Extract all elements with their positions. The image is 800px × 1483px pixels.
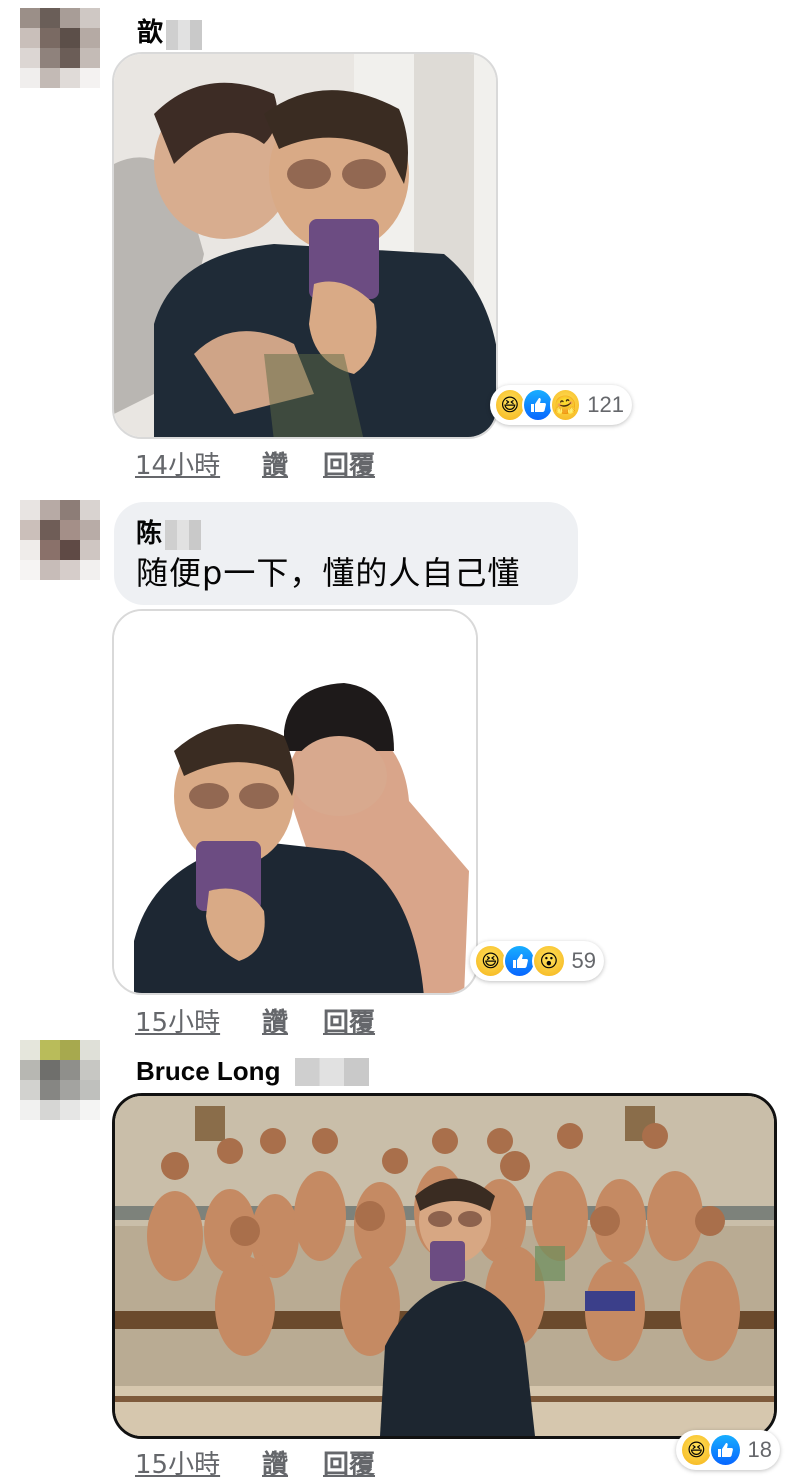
reply-link[interactable]: 回覆 <box>323 1444 375 1481</box>
avatar[interactable] <box>20 8 100 88</box>
haha-icon: 😆 <box>680 1433 713 1467</box>
comment-author[interactable]: Bruce Long <box>136 1056 280 1086</box>
reactions-summary[interactable]: 😆 🤗 121 <box>490 385 632 425</box>
like-link[interactable]: 讚 <box>262 1444 288 1481</box>
comment-text: 随便p一下，懂的人自己懂 <box>136 554 521 592</box>
reactions-summary[interactable]: 😆 😮 59 <box>470 941 604 981</box>
care-icon: 🤗 <box>549 388 582 422</box>
redacted-name <box>165 520 201 550</box>
comment-author[interactable]: 歆 <box>137 17 163 47</box>
like-icon <box>521 388 554 422</box>
comment-timestamp[interactable]: 15小時 <box>135 1002 220 1039</box>
comment-photo[interactable] <box>112 609 478 995</box>
redacted-name <box>295 1058 369 1086</box>
reply-link[interactable]: 回覆 <box>323 1002 375 1039</box>
like-link[interactable]: 讚 <box>262 1002 288 1039</box>
photo-sauna-group <box>115 1096 774 1436</box>
reaction-count: 18 <box>747 1437 772 1462</box>
reaction-count: 121 <box>587 392 625 417</box>
reply-link[interactable]: 回覆 <box>323 445 375 482</box>
like-icon <box>708 1433 742 1467</box>
redacted-name <box>166 20 202 50</box>
avatar[interactable] <box>20 1040 100 1120</box>
reaction-count: 59 <box>571 948 596 973</box>
photo-edited-two-men <box>114 611 476 993</box>
comment-photo[interactable] <box>112 52 498 439</box>
comment-timestamp[interactable]: 15小時 <box>135 1444 220 1481</box>
comment-timestamp[interactable]: 14小時 <box>135 445 220 482</box>
wow-icon: 😮 <box>532 944 566 978</box>
comment-author[interactable]: 陈 <box>136 518 162 548</box>
like-link[interactable]: 讚 <box>262 445 288 482</box>
avatar[interactable] <box>20 500 100 580</box>
reactions-summary[interactable]: 😆 18 <box>676 1430 780 1470</box>
comment-photo[interactable] <box>112 1093 777 1439</box>
photo-two-men-selfie <box>114 54 496 437</box>
